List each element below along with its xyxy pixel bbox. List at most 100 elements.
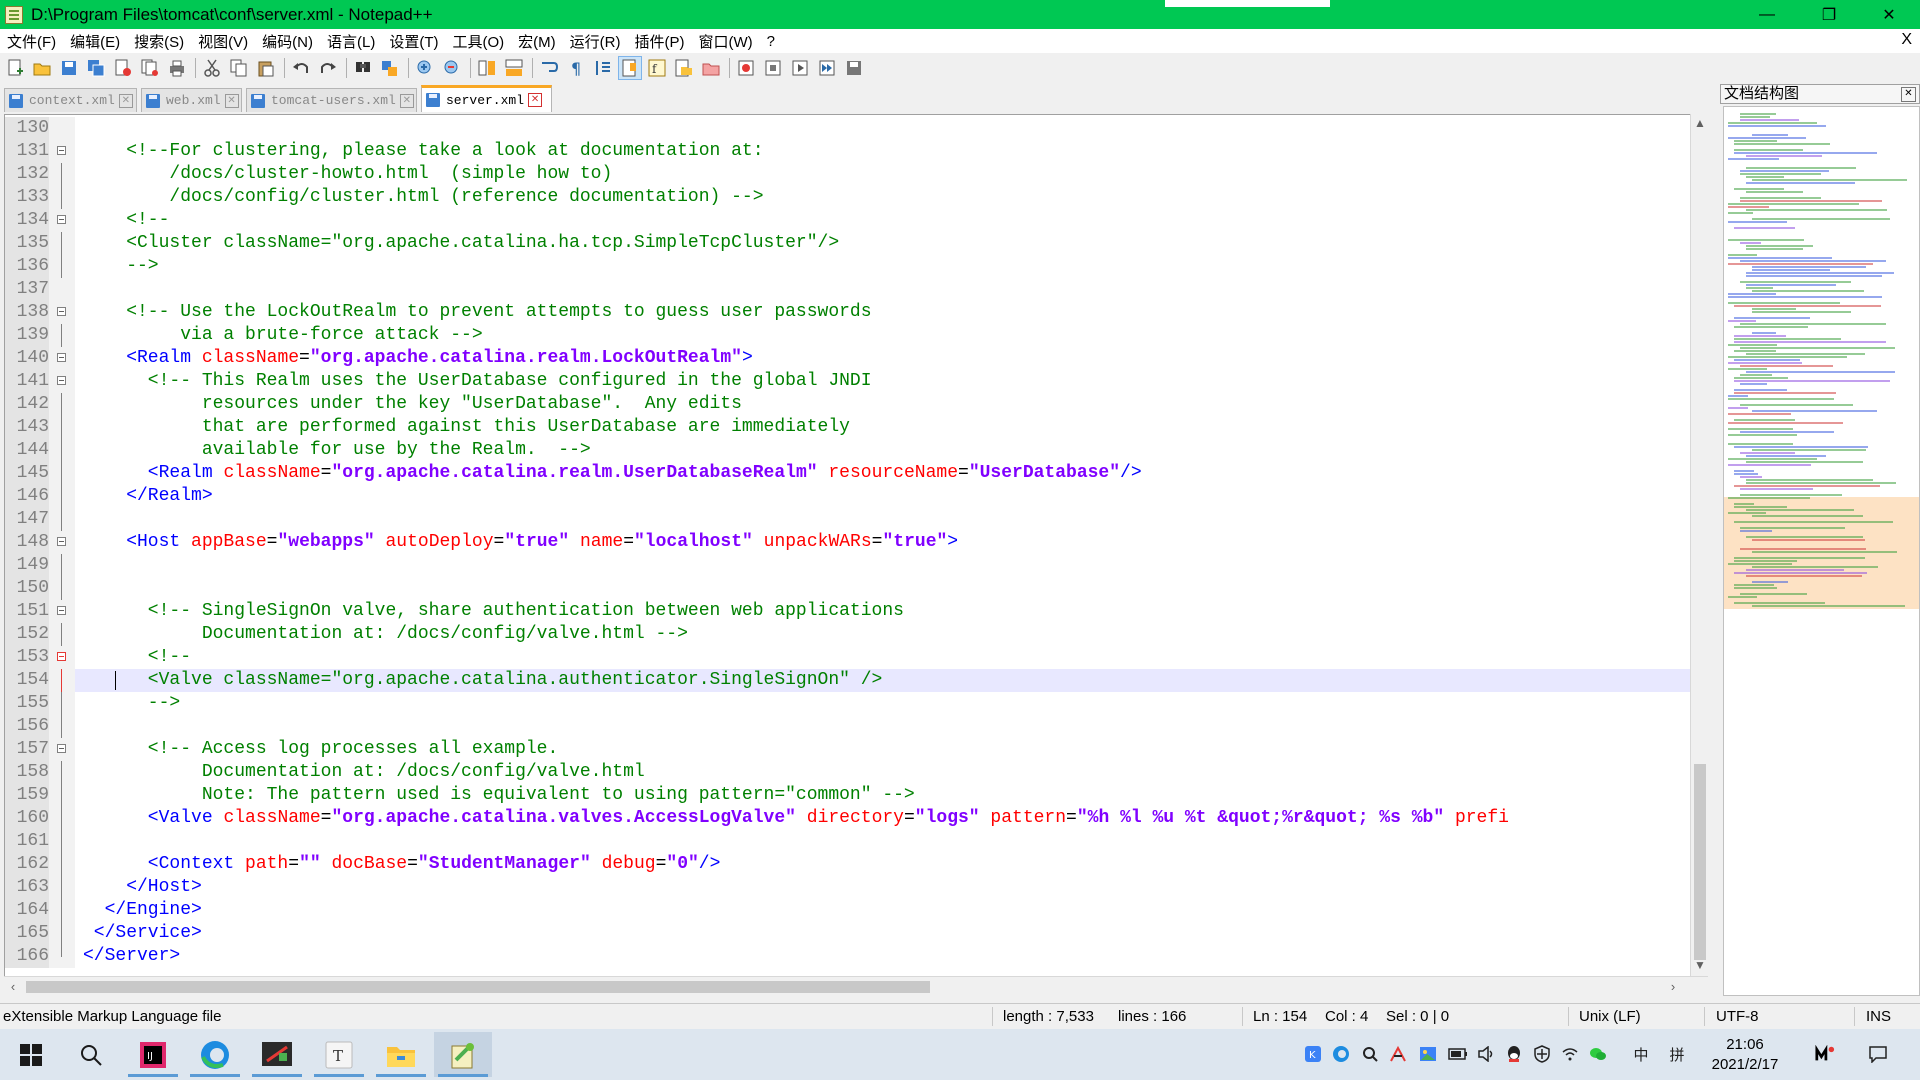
fold-toggle-icon[interactable] bbox=[57, 215, 66, 224]
fold-margin[interactable] bbox=[49, 485, 75, 508]
fold-margin[interactable] bbox=[49, 209, 75, 232]
fold-margin[interactable] bbox=[49, 807, 75, 830]
fold-margin[interactable] bbox=[49, 439, 75, 462]
function-list-icon[interactable]: f bbox=[646, 57, 668, 79]
new-file-icon[interactable] bbox=[4, 57, 26, 79]
code-line[interactable]: 144 available for use by the Realm. --> bbox=[5, 439, 1693, 462]
fold-margin[interactable] bbox=[49, 232, 75, 255]
save-macro-icon[interactable] bbox=[843, 57, 865, 79]
screenshot-tool-icon[interactable] bbox=[248, 1032, 306, 1077]
menu-item-4[interactable]: 编码(N) bbox=[255, 31, 320, 52]
code-line[interactable]: 131 <!--For clustering, please take a lo… bbox=[5, 140, 1693, 163]
code-line[interactable]: 166 </Server> bbox=[5, 945, 1693, 968]
menu-item-5[interactable]: 语言(L) bbox=[320, 31, 382, 52]
tab-close-icon[interactable]: ✕ bbox=[399, 93, 414, 108]
code-line[interactable]: 161 bbox=[5, 830, 1693, 853]
code-line[interactable]: 149 bbox=[5, 554, 1693, 577]
sync-horizontal-icon[interactable] bbox=[503, 57, 525, 79]
fold-toggle-icon[interactable] bbox=[57, 353, 66, 362]
search-icon[interactable] bbox=[62, 1032, 120, 1077]
qq-icon[interactable] bbox=[1504, 1044, 1524, 1064]
close-all-icon[interactable] bbox=[139, 57, 161, 79]
tab-close-icon[interactable]: ✕ bbox=[528, 93, 543, 107]
code-line[interactable]: 143 that are performed against this User… bbox=[5, 416, 1693, 439]
scroll-left-icon[interactable]: ‹ bbox=[4, 977, 22, 997]
battery-icon[interactable] bbox=[1448, 1044, 1468, 1064]
copy-icon[interactable] bbox=[228, 57, 250, 79]
fold-margin[interactable] bbox=[49, 899, 75, 922]
notification-icon[interactable] bbox=[1868, 1044, 1888, 1064]
maximize-button[interactable]: ❐ bbox=[1800, 0, 1858, 29]
kaspersky-icon[interactable]: K bbox=[1303, 1044, 1323, 1064]
fold-margin[interactable] bbox=[49, 669, 75, 692]
menu-item-1[interactable]: 编辑(E) bbox=[63, 31, 127, 52]
code-line[interactable]: 159 Note: The pattern used is equivalent… bbox=[5, 784, 1693, 807]
run-macro-multiple-icon[interactable] bbox=[816, 57, 838, 79]
code-line[interactable]: 148 <Host appBase="webapps" autoDeploy="… bbox=[5, 531, 1693, 554]
system-clock[interactable]: 21:06 2021/2/17 bbox=[1705, 1035, 1785, 1075]
fold-margin[interactable] bbox=[49, 646, 75, 669]
file-explorer-icon[interactable] bbox=[372, 1032, 430, 1077]
open-file-icon[interactable] bbox=[31, 57, 53, 79]
status-insert-mode[interactable]: INS bbox=[1866, 1008, 1891, 1025]
horizontal-scrollbar[interactable]: ‹ › bbox=[4, 976, 1708, 996]
redo-icon[interactable] bbox=[317, 57, 339, 79]
code-line[interactable]: 158 Documentation at: /docs/config/valve… bbox=[5, 761, 1693, 784]
scroll-up-icon[interactable]: ▲ bbox=[1691, 116, 1709, 134]
horizontal-scroll-thumb[interactable] bbox=[26, 981, 930, 993]
vertical-scrollbar[interactable]: ▲ ▼ bbox=[1690, 114, 1708, 978]
sync-vertical-icon[interactable] bbox=[476, 57, 498, 79]
status-encoding[interactable]: UTF-8 bbox=[1716, 1008, 1759, 1025]
find-icon[interactable] bbox=[352, 57, 374, 79]
code-line[interactable]: 146 </Realm> bbox=[5, 485, 1693, 508]
code-line[interactable]: 145 <Realm className="org.apache.catalin… bbox=[5, 462, 1693, 485]
search-tray-icon[interactable] bbox=[1360, 1044, 1380, 1064]
code-line[interactable]: 147 bbox=[5, 508, 1693, 531]
menu-item-9[interactable]: 运行(R) bbox=[563, 31, 628, 52]
fold-toggle-icon[interactable] bbox=[57, 652, 66, 661]
notepadpp-icon[interactable] bbox=[434, 1032, 492, 1077]
close-document-button[interactable]: X bbox=[1901, 31, 1912, 49]
fold-margin[interactable] bbox=[49, 117, 75, 140]
wechat-icon[interactable] bbox=[1588, 1044, 1608, 1064]
minimize-button[interactable]: — bbox=[1738, 0, 1796, 29]
save-all-icon[interactable] bbox=[85, 57, 107, 79]
doc-map-icon[interactable] bbox=[618, 55, 642, 80]
fold-margin[interactable] bbox=[49, 531, 75, 554]
fold-toggle-icon[interactable] bbox=[57, 376, 66, 385]
code-line[interactable]: 130 bbox=[5, 117, 1693, 140]
fold-margin[interactable] bbox=[49, 853, 75, 876]
vertical-scroll-thumb[interactable] bbox=[1694, 764, 1706, 960]
tab-0[interactable]: context.xml ✕ bbox=[4, 88, 137, 112]
menu-item-12[interactable]: ? bbox=[760, 33, 782, 50]
ime-zh-icon[interactable]: 中 bbox=[1631, 1044, 1651, 1064]
zoom-in-icon[interactable] bbox=[414, 57, 436, 79]
fold-margin[interactable] bbox=[49, 347, 75, 370]
code-line[interactable]: 153 <!-- bbox=[5, 646, 1693, 669]
image-tray-icon[interactable] bbox=[1418, 1044, 1438, 1064]
fold-toggle-icon[interactable] bbox=[57, 146, 66, 155]
menu-item-3[interactable]: 视图(V) bbox=[191, 31, 255, 52]
fold-margin[interactable] bbox=[49, 738, 75, 761]
intellij-icon[interactable]: IJ bbox=[124, 1032, 182, 1077]
tab-1[interactable]: web.xml ✕ bbox=[141, 88, 242, 112]
close-icon[interactable] bbox=[112, 57, 134, 79]
fold-toggle-icon[interactable] bbox=[57, 744, 66, 753]
fold-toggle-icon[interactable] bbox=[57, 307, 66, 316]
scroll-right-icon[interactable]: › bbox=[1664, 977, 1682, 997]
close-button[interactable]: ✕ bbox=[1860, 0, 1918, 29]
fold-margin[interactable] bbox=[49, 186, 75, 209]
tab-3[interactable]: server.xml ✕ bbox=[421, 85, 552, 112]
record-macro-icon[interactable] bbox=[735, 57, 757, 79]
fold-margin[interactable] bbox=[49, 554, 75, 577]
fold-margin[interactable] bbox=[49, 416, 75, 439]
menu-item-7[interactable]: 工具(O) bbox=[445, 31, 511, 52]
fold-margin[interactable] bbox=[49, 623, 75, 646]
code-line[interactable]: 136 --> bbox=[5, 255, 1693, 278]
fold-toggle-icon[interactable] bbox=[57, 537, 66, 546]
code-line[interactable]: 151 <!-- SingleSignOn valve, share authe… bbox=[5, 600, 1693, 623]
fold-margin[interactable] bbox=[49, 784, 75, 807]
status-eol[interactable]: Unix (LF) bbox=[1579, 1008, 1641, 1025]
code-line[interactable]: 162 <Context path="" docBase="StudentMan… bbox=[5, 853, 1693, 876]
code-line[interactable]: 137 bbox=[5, 278, 1693, 301]
